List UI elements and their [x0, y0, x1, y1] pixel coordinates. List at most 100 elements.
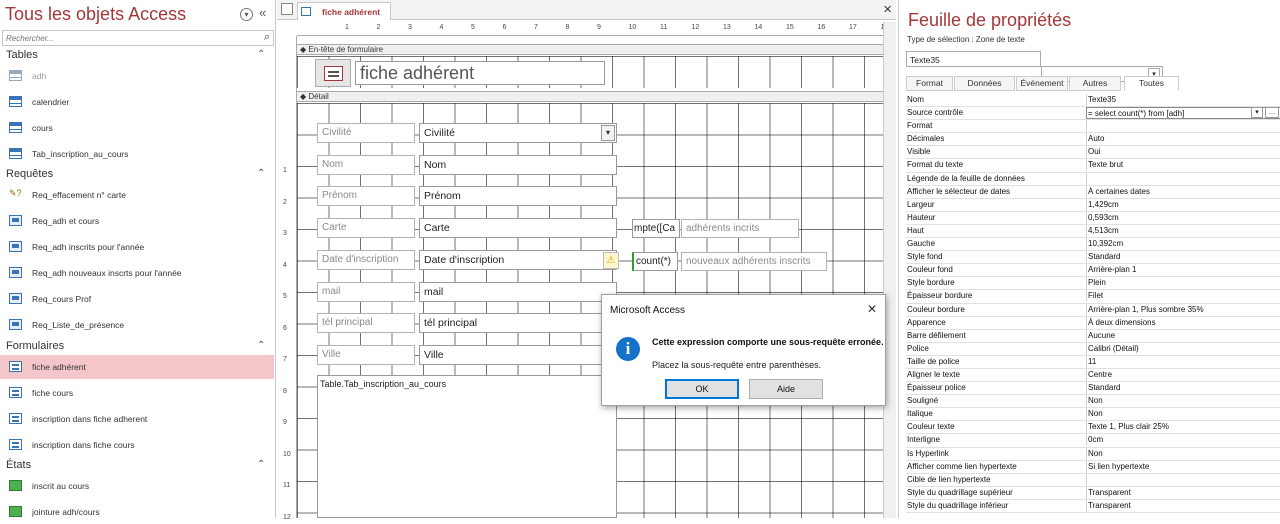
- property-value[interactable]: Auto: [1086, 133, 1280, 146]
- property-row[interactable]: Haut 4,513cm: [906, 224, 1280, 239]
- property-row[interactable]: Taille de police 11: [906, 355, 1280, 369]
- property-row[interactable]: Couleur bordure Arrière-plan 1, Plus somb…: [906, 303, 1280, 317]
- property-value[interactable]: Centre: [1086, 368, 1280, 381]
- close-document-icon[interactable]: ✕: [883, 3, 892, 16]
- property-row[interactable]: Nom Texte35: [906, 94, 1280, 108]
- tab-3[interactable]: Autres: [1069, 76, 1121, 91]
- field-label[interactable]: Carte: [317, 218, 415, 239]
- nav-item[interactable]: fiche cours: [0, 381, 274, 405]
- nav-search-input[interactable]: [3, 31, 253, 45]
- property-value[interactable]: [1086, 172, 1280, 185]
- property-value[interactable]: 1,429cm: [1086, 198, 1280, 211]
- section-bar-header[interactable]: ◆ En-tête de formulaire: [297, 44, 885, 55]
- property-value[interactable]: Aucune: [1086, 329, 1280, 342]
- property-value[interactable]: À certaines dates: [1086, 185, 1280, 198]
- nav-menu-icon[interactable]: ▾: [240, 8, 253, 21]
- chevron-up-icon[interactable]: ⌃: [257, 49, 265, 60]
- property-row[interactable]: Apparence À deux dimensions: [906, 316, 1280, 330]
- property-row[interactable]: Format du texte Texte brut: [906, 159, 1280, 173]
- nav-item[interactable]: Req_adh inscrits pour l'année: [0, 235, 274, 259]
- property-row[interactable]: Légende de la feuille de données: [906, 172, 1280, 186]
- nav-item[interactable]: Req_adh et cours: [0, 209, 274, 233]
- property-value[interactable]: Standard: [1086, 382, 1280, 395]
- property-row[interactable]: Cible de lien hypertexte: [906, 473, 1280, 487]
- nav-item[interactable]: fiche adhérent: [0, 355, 274, 379]
- field-label[interactable]: Ville: [317, 344, 415, 365]
- field-label[interactable]: mail: [317, 281, 415, 302]
- calc-textbox-1[interactable]: mpte([Ca: [632, 219, 680, 238]
- property-value[interactable]: Plein: [1086, 277, 1280, 290]
- property-value[interactable]: Non: [1086, 408, 1280, 421]
- nav-group-3[interactable]: États ⌃: [0, 458, 276, 474]
- property-row[interactable]: Épaisseur bordure Filet: [906, 290, 1280, 304]
- field-textbox[interactable]: tél principal: [419, 313, 617, 334]
- property-value[interactable]: Transparent: [1086, 486, 1280, 499]
- field-label[interactable]: Date d'inscription: [317, 249, 415, 270]
- form-title-label[interactable]: fiche adhérent: [355, 61, 605, 85]
- property-row[interactable]: Couleur fond Arrière-plan 1: [906, 264, 1280, 278]
- property-row[interactable]: Aligner le texte Centre: [906, 368, 1280, 383]
- field-label[interactable]: tél principal: [317, 313, 415, 334]
- property-row[interactable]: Gauche 10,392cm: [906, 238, 1280, 252]
- property-value[interactable]: 10,392cm: [1086, 238, 1280, 251]
- property-row[interactable]: Afficher comme lien hypertexte Si lien hy…: [906, 460, 1280, 474]
- tab-0[interactable]: Format: [906, 76, 953, 91]
- chevron-down-icon[interactable]: ▾: [1251, 107, 1263, 119]
- nav-item[interactable]: jointure adh/cours: [0, 500, 274, 524]
- tab-fiche-adherent[interactable]: fiche adhérent: [297, 2, 391, 20]
- field-textbox[interactable]: Ville: [419, 344, 617, 365]
- property-row[interactable]: Épaisseur police Standard: [906, 382, 1280, 396]
- property-value[interactable]: Oui: [1086, 146, 1280, 159]
- property-row[interactable]: Interligne 0cm: [906, 434, 1280, 448]
- field-textbox[interactable]: mail: [419, 281, 617, 302]
- calc-textbox-2[interactable]: count(*): [632, 252, 678, 271]
- property-row[interactable]: Décimales Auto: [906, 133, 1280, 147]
- chevron-up-icon[interactable]: ⌃: [257, 340, 265, 351]
- builder-icon[interactable]: …: [1265, 107, 1279, 119]
- property-value[interactable]: Si lien hypertexte: [1086, 460, 1280, 473]
- property-row[interactable]: Police Calibri (Détail): [906, 342, 1280, 356]
- property-value[interactable]: Texte brut: [1086, 159, 1280, 172]
- nav-item[interactable]: inscription dans fiche cours: [0, 433, 274, 457]
- property-value[interactable]: Filet: [1086, 290, 1280, 303]
- property-value[interactable]: 0cm: [1086, 434, 1280, 447]
- property-row[interactable]: Format: [906, 120, 1280, 134]
- property-value[interactable]: Transparent: [1086, 499, 1280, 512]
- property-value[interactable]: Arrière-plan 1: [1086, 264, 1280, 277]
- field-label[interactable]: Civilité: [317, 123, 415, 143]
- property-value[interactable]: Texte35: [1086, 94, 1280, 106]
- property-value[interactable]: Texte 1, Plus clair 25%: [1086, 421, 1280, 434]
- property-value[interactable]: Non: [1086, 447, 1280, 460]
- nav-item[interactable]: ✎? Req_effacement n° carte: [0, 183, 274, 207]
- civilite-combo[interactable]: Civilité: [419, 123, 617, 143]
- field-textbox[interactable]: Nom: [419, 154, 617, 175]
- property-row[interactable]: Style bordure Plein: [906, 277, 1280, 291]
- property-row[interactable]: Afficher le sélecteur de dates À certaine…: [906, 185, 1280, 199]
- nav-item[interactable]: Req_Liste_de_présence: [0, 313, 274, 337]
- property-row[interactable]: Is Hyperlink Non: [906, 447, 1280, 461]
- tab-1[interactable]: Données: [954, 76, 1015, 91]
- property-value[interactable]: Non: [1086, 395, 1280, 408]
- form-selector-icon[interactable]: [281, 3, 293, 15]
- nav-group-2[interactable]: Formulaires ⌃: [0, 339, 276, 355]
- property-row[interactable]: Source contrôle = select count(*) from [a…: [906, 107, 1280, 121]
- nav-group-1[interactable]: Requêtes ⌃: [0, 167, 276, 183]
- calc-label-1[interactable]: adhérents incrits: [681, 219, 799, 238]
- tab-2[interactable]: Événement: [1016, 76, 1068, 91]
- property-row[interactable]: Barre défilement Aucune: [906, 329, 1280, 343]
- logo-placeholder[interactable]: [315, 59, 351, 87]
- property-row[interactable]: Couleur texte Texte 1, Plus clair 25%: [906, 421, 1280, 435]
- property-row[interactable]: Italique Non: [906, 408, 1280, 422]
- property-row[interactable]: Style fond Standard: [906, 251, 1280, 265]
- chevron-up-icon[interactable]: ⌃: [257, 168, 265, 179]
- property-value[interactable]: Standard: [1086, 251, 1280, 264]
- nav-item[interactable]: Tab_inscription_au_cours: [0, 142, 274, 166]
- property-row[interactable]: Style du quadrillage inférieur Transparen…: [906, 499, 1280, 513]
- nav-item[interactable]: Req_adh nouveaux inscrts pour l'année: [0, 261, 274, 285]
- ok-button[interactable]: OK: [665, 379, 739, 399]
- help-button[interactable]: Aide: [749, 379, 823, 399]
- search-icon[interactable]: ⌕: [264, 31, 270, 44]
- property-row[interactable]: Largeur 1,429cm: [906, 198, 1280, 212]
- nav-item[interactable]: inscription dans fiche adherent: [0, 407, 274, 431]
- nav-item[interactable]: inscrit au cours: [0, 474, 274, 498]
